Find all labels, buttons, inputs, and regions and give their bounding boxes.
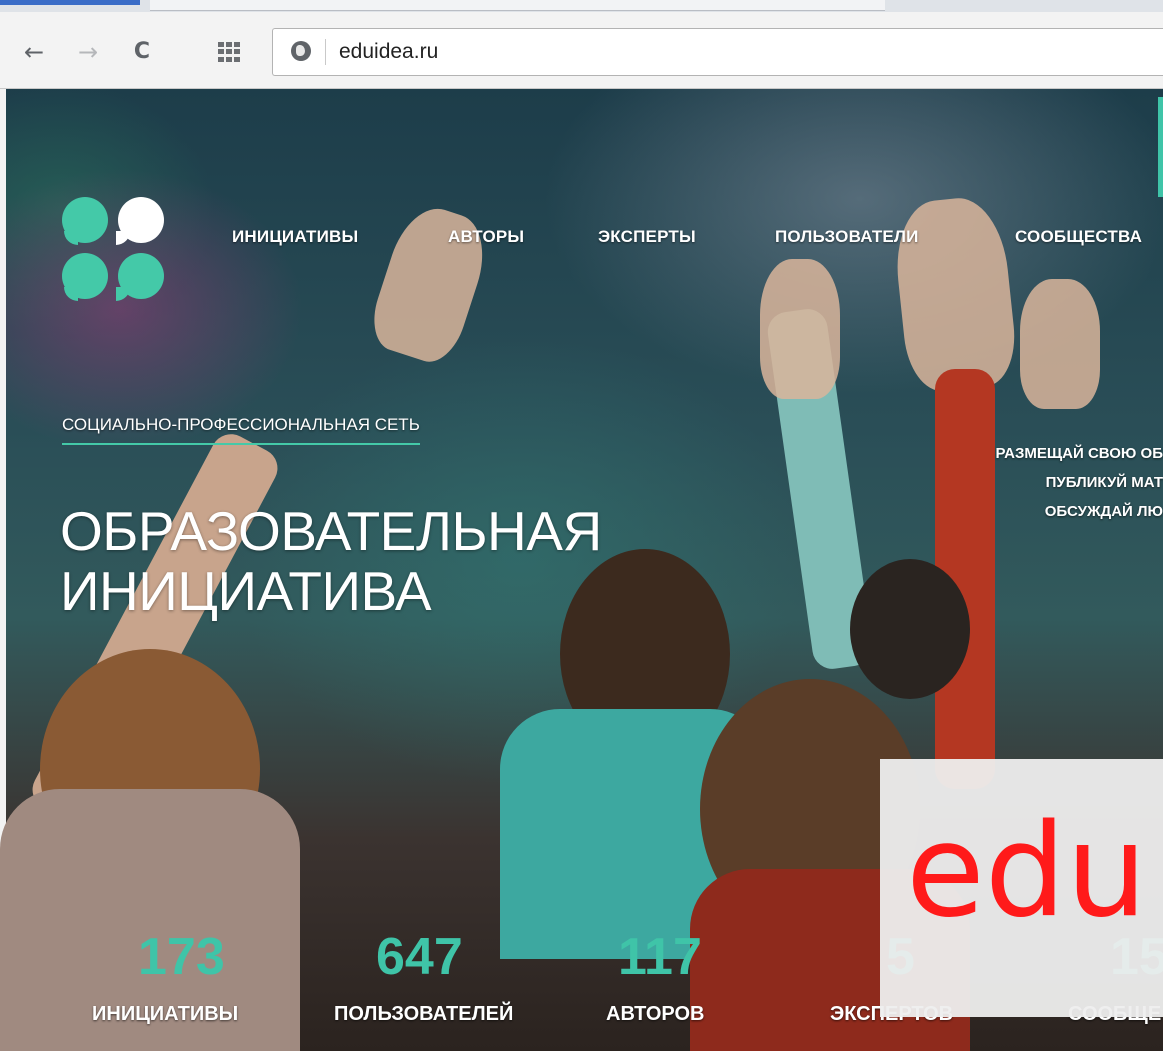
hero-section: ИНИЦИАТИВЫ АВТОРЫ ЭКСПЕРТЫ ПОЛЬЗОВАТЕЛИ … <box>0 89 1163 1051</box>
hero-tagline: СОЦИАЛЬНО-ПРОФЕССИОНАЛЬНАЯ СЕТЬ <box>62 415 420 445</box>
browser-toolbar: ← → C eduidea.ru <box>0 12 1163 89</box>
stat-initiatives-value: 173 <box>138 928 225 986</box>
stat-users-value: 647 <box>376 928 463 986</box>
hero-description-line-1: РАЗМЕЩАЙ СВОЮ ОБ <box>995 445 1163 462</box>
nav-item-communities[interactable]: СООБЩЕСТВА <box>1015 227 1142 247</box>
photo-hand-right <box>890 193 1020 395</box>
logo-bubble-1 <box>62 197 108 245</box>
hero-description: РАЗМЕЩАЙ СВОЮ ОБ ПУБЛИКУЙ МАТ ОБСУЖДАЙ Л… <box>923 439 1163 526</box>
arrow-left-icon: ← <box>23 38 45 66</box>
nav-item-users[interactable]: ПОЛЬЗОВАТЕЛИ <box>775 227 919 247</box>
logo-bubble-3 <box>62 253 108 301</box>
hero-title-line-2: ИНИЦИАТИВА <box>60 560 432 622</box>
url-text[interactable]: eduidea.ru <box>339 39 438 65</box>
accent-bar <box>1158 97 1163 197</box>
active-tab-indicator[interactable] <box>0 0 140 5</box>
stat-initiatives-label[interactable]: ИНИЦИАТИВЫ <box>92 1003 238 1026</box>
stat-authors-label[interactable]: АВТОРОВ <box>606 1003 704 1026</box>
hero-description-line-3: ОБСУЖДАЙ ЛЮ <box>1044 503 1163 520</box>
arrow-right-icon: → <box>77 38 99 66</box>
reload-button[interactable]: C <box>128 38 156 66</box>
browser-tab-strip <box>0 0 1163 12</box>
photo-hand-center <box>760 259 840 399</box>
globe-icon[interactable] <box>291 41 311 61</box>
hero-description-line-2: ПУБЛИКУЙ МАТ <box>1045 474 1163 491</box>
nav-item-experts[interactable]: ЭКСПЕРТЫ <box>598 227 696 247</box>
back-button[interactable]: ← <box>20 38 48 66</box>
logo-bubble-2 <box>116 197 164 245</box>
apps-grid-icon[interactable] <box>218 42 240 62</box>
address-bar[interactable]: eduidea.ru <box>272 28 1163 76</box>
overlay-text: edu <box>906 797 1148 946</box>
stat-authors-value: 117 <box>618 928 702 986</box>
reload-icon: C <box>133 39 151 64</box>
nav-item-authors[interactable]: АВТОРЫ <box>448 227 524 247</box>
logo-bubble-4 <box>116 253 164 301</box>
overlay-box: edu <box>880 759 1163 1017</box>
forward-button[interactable]: → <box>74 38 102 66</box>
stat-users-label[interactable]: ПОЛЬЗОВАТЕЛЕЙ <box>334 1003 513 1026</box>
hero-title-line-1: ОБРАЗОВАТЕЛЬНАЯ <box>60 500 602 562</box>
site-logo[interactable] <box>62 197 172 307</box>
browser-tab[interactable] <box>150 0 885 11</box>
photo-hand-far-right <box>1020 279 1100 409</box>
photo-hand-left <box>364 198 496 370</box>
nav-item-initiatives[interactable]: ИНИЦИАТИВЫ <box>232 227 358 247</box>
address-divider <box>325 39 326 65</box>
hero-title: ОБРАЗОВАТЕЛЬНАЯ ИНИЦИАТИВА <box>60 501 602 621</box>
photo-head-right-back <box>850 559 970 699</box>
